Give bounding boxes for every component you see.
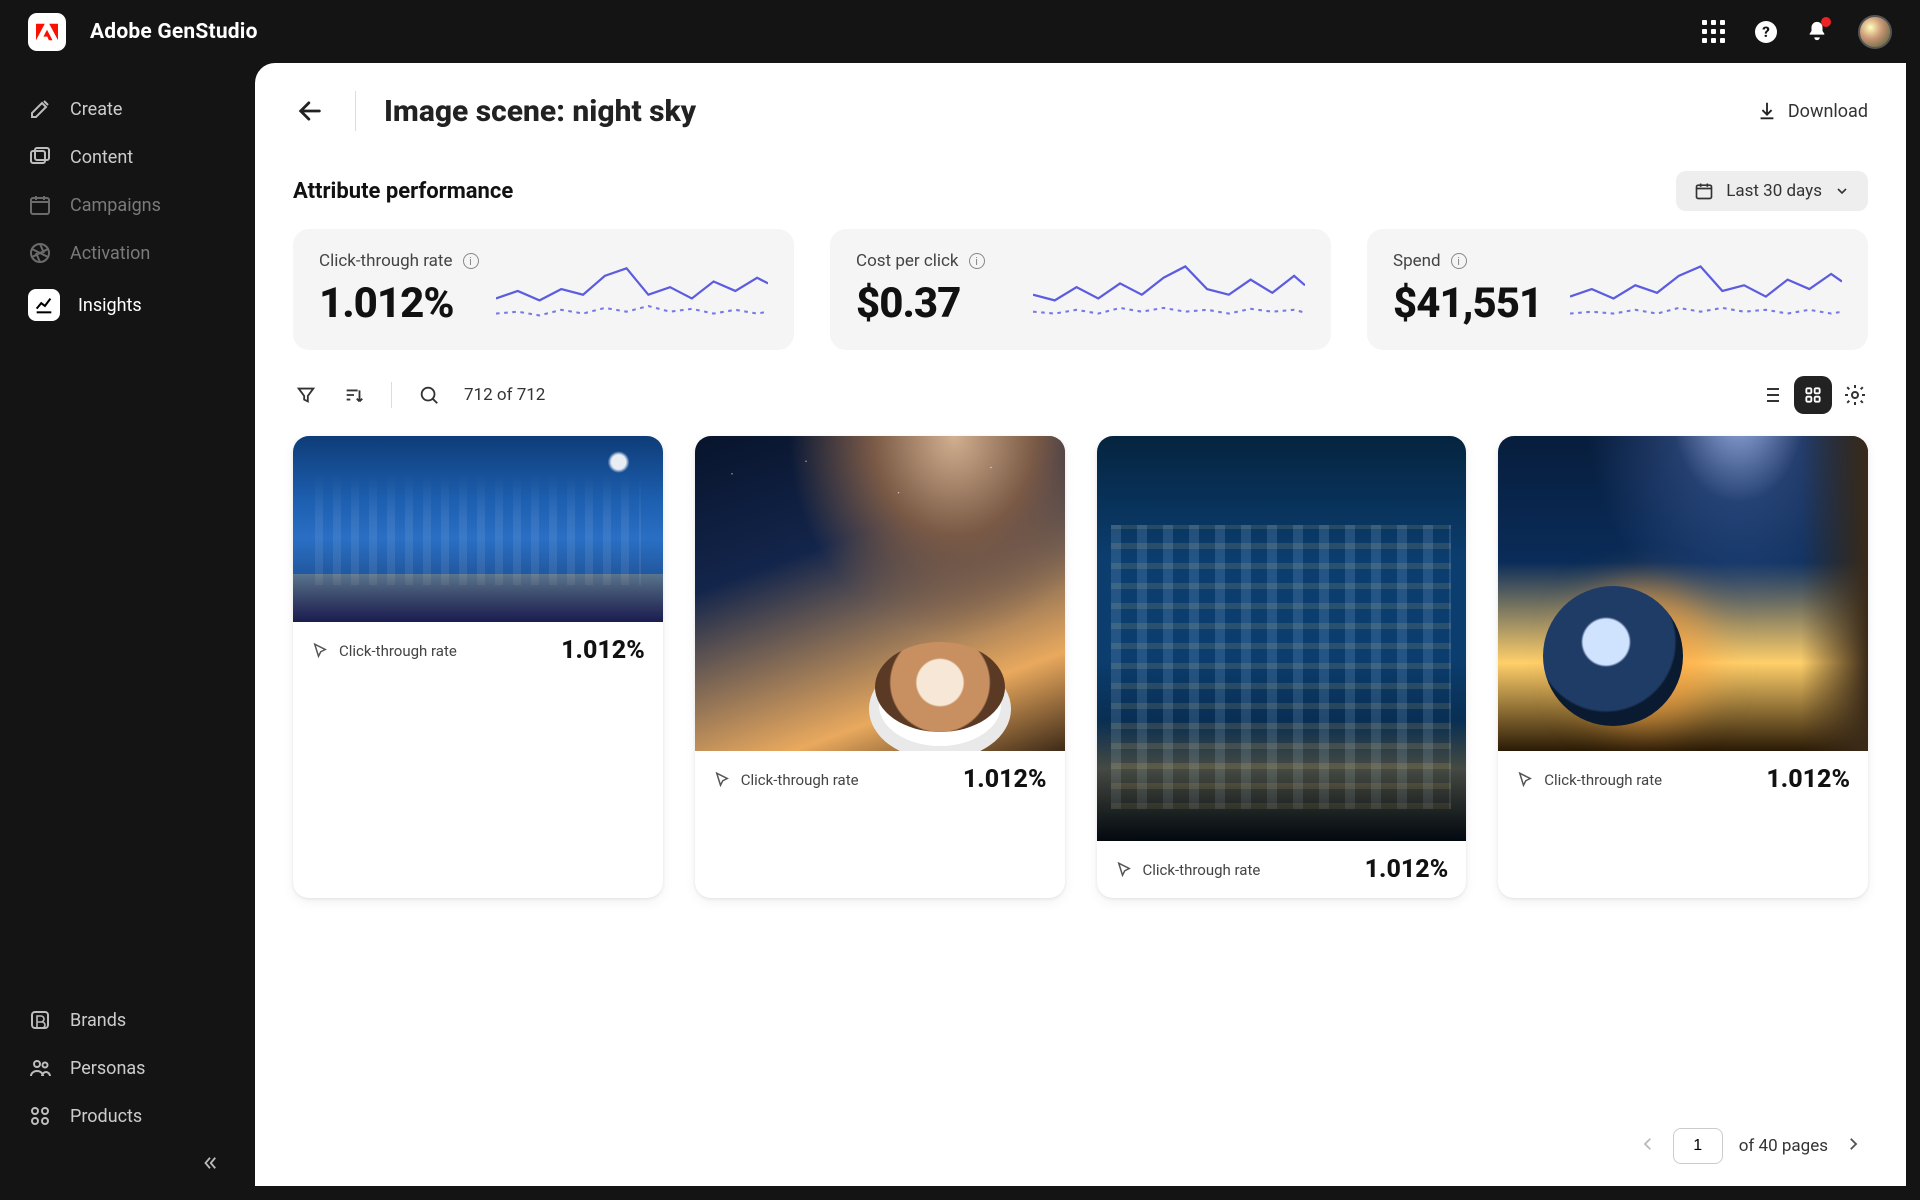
metric-value: 1.012% [319,279,484,328]
asset-thumbnail [695,436,1065,751]
cursor-icon [713,771,731,789]
brush-icon [28,97,52,121]
list-view-button[interactable] [1758,382,1784,408]
cursor-icon [311,642,329,660]
divider [391,382,392,408]
settings-button[interactable] [1842,382,1868,408]
info-icon[interactable]: i [969,253,985,269]
sidebar-item-label: Insights [78,295,142,316]
asset-tile[interactable]: Click-through rate 1.012% [1498,436,1868,898]
metric-cards: Click-through rate i 1.012% Cost per clic… [293,229,1868,350]
app-logo[interactable] [28,13,66,51]
calendar-icon [1694,181,1714,201]
info-icon[interactable]: i [463,253,479,269]
asset-tile[interactable]: Click-through rate 1.012% [293,436,663,898]
asset-thumbnail [1498,436,1868,751]
metric-card-cpc[interactable]: Cost per click i $0.37 [830,229,1331,350]
results-count: 712 of 712 [464,385,545,405]
sidebar-item-create[interactable]: Create [16,85,239,133]
sidebar-item-label: Products [70,1106,142,1127]
page-next-button[interactable] [1844,1135,1862,1158]
top-actions: ? [1702,15,1892,49]
tile-metric-label: Click-through rate [339,642,457,660]
metric-value: $41,551 [1393,279,1558,328]
tile-metric-value: 1.012% [963,765,1047,794]
sidebar-item-activation[interactable]: Activation [16,229,239,277]
tile-metric-value: 1.012% [1766,765,1850,794]
notifications-icon[interactable] [1806,20,1830,44]
date-range-picker[interactable]: Last 30 days [1676,171,1868,211]
help-icon[interactable]: ? [1754,20,1778,44]
metric-value: $0.37 [856,279,1021,328]
cursor-icon [1516,771,1534,789]
asset-thumbnail [1097,436,1467,841]
sidebar-item-content[interactable]: Content [16,133,239,181]
asset-tile[interactable]: Click-through rate 1.012% [1097,436,1467,898]
metric-label: Cost per click [856,251,959,271]
tile-metric-value: 1.012% [1365,855,1449,884]
main-panel: Image scene: night sky Download Attribut… [255,63,1906,1186]
sparkline [1033,257,1305,323]
notification-dot [1821,17,1831,27]
metric-label: Click-through rate [319,251,453,271]
chart-icon [28,289,60,321]
sidebar-item-label: Personas [70,1058,145,1079]
asset-thumbnail [293,436,663,622]
brand-name: Adobe GenStudio [90,20,258,44]
asset-tile[interactable]: Click-through rate 1.012% [695,436,1065,898]
sidebar-item-products[interactable]: Products [16,1092,239,1140]
title-row: Image scene: night sky Download [293,91,1868,131]
metric-card-spend[interactable]: Spendi $41,551 [1367,229,1868,350]
sidebar-item-campaigns[interactable]: Campaigns [16,181,239,229]
search-button[interactable] [416,382,442,408]
page-title: Image scene: night sky [384,94,696,129]
sort-button[interactable] [341,382,367,408]
filter-button[interactable] [293,382,319,408]
tile-metric-label: Click-through rate [1143,861,1261,879]
tile-metric-label: Click-through rate [741,771,859,789]
sidebar-item-label: Content [70,147,133,168]
sidebar-item-label: Campaigns [70,195,161,216]
sidebar-item-insights[interactable]: Insights [16,277,239,333]
calendar-icon [28,193,52,217]
sparkline [1570,257,1842,323]
cursor-icon [1115,861,1133,879]
grid-view-button[interactable] [1794,376,1832,414]
results-toolbar: 712 of 712 [293,376,1868,414]
date-range-label: Last 30 days [1726,181,1822,201]
avatar[interactable] [1858,15,1892,49]
page-total: of 40 pages [1739,1136,1828,1156]
page-input[interactable] [1673,1128,1723,1164]
sidebar-item-personas[interactable]: Personas [16,1044,239,1092]
collapse-sidebar-button[interactable] [181,1140,239,1190]
metric-card-ctr[interactable]: Click-through rate i 1.012% [293,229,794,350]
sparkline [496,257,768,323]
svg-text:?: ? [1762,23,1770,41]
divider [355,91,356,131]
tile-metric-label: Click-through rate [1544,771,1662,789]
top-bar: Adobe GenStudio ? [0,0,1920,63]
personas-icon [28,1056,52,1080]
back-button[interactable] [293,94,327,128]
sidebar-item-label: Create [70,99,122,120]
download-label: Download [1788,101,1868,122]
asset-gallery: Click-through rate 1.012% Click-through … [293,436,1868,898]
aperture-icon [28,241,52,265]
sidebar-item-label: Brands [70,1010,126,1031]
products-icon [28,1104,52,1128]
chevron-down-icon [1834,183,1850,199]
sidebar-item-brands[interactable]: Brands [16,996,239,1044]
section-title: Attribute performance [293,179,513,204]
sidebar-item-label: Activation [70,243,150,264]
brand-icon [28,1008,52,1032]
sidebar: Create Content Campaigns Activation Insi… [0,63,255,1200]
page-prev-button[interactable] [1639,1135,1657,1158]
pagination: of 40 pages [1639,1128,1862,1164]
metric-label: Spend [1393,251,1441,271]
info-icon[interactable]: i [1451,253,1467,269]
images-icon [28,145,52,169]
download-button[interactable]: Download [1756,100,1868,122]
apps-icon[interactable] [1702,20,1726,44]
tile-metric-value: 1.012% [561,636,645,665]
